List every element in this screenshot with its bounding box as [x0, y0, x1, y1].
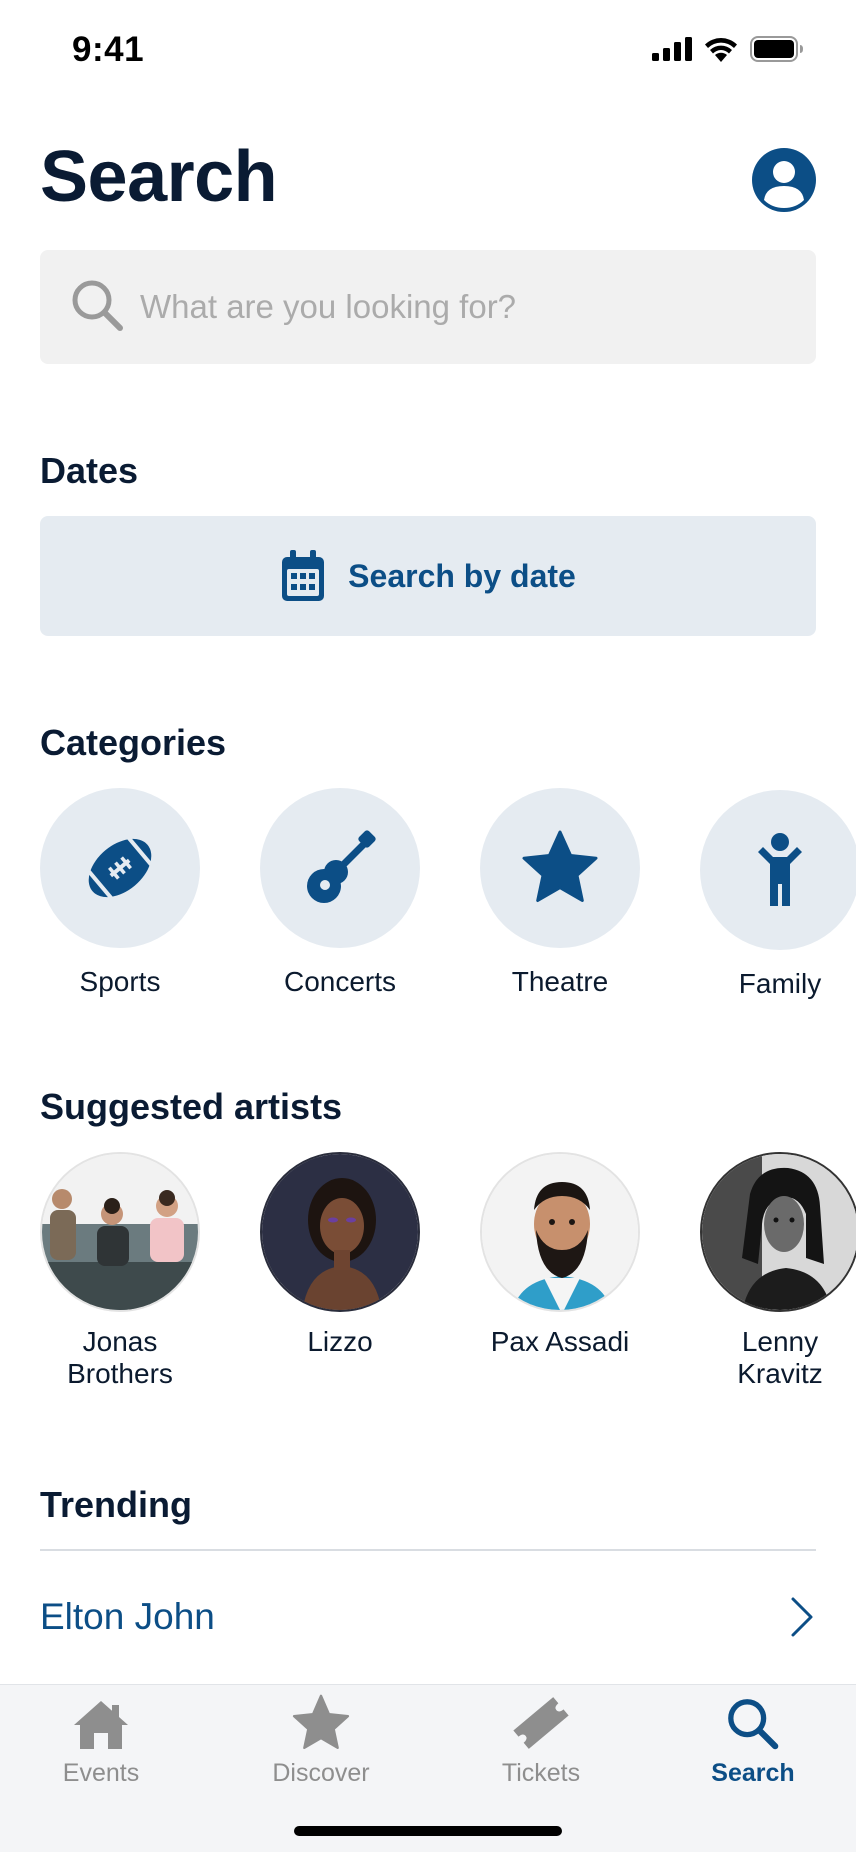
- chevron-right-icon: [791, 1597, 813, 1637]
- category-theatre-label: Theatre: [511, 966, 609, 997]
- divider: [40, 1549, 816, 1551]
- tab-discover-label: Discover: [272, 1759, 370, 1787]
- search-by-date-button[interactable]: Search by date: [40, 516, 816, 636]
- trending-heading: Trending: [40, 1484, 192, 1525]
- tab-discover[interactable]: Discover: [221, 1685, 421, 1803]
- artist-pax-assadi-label: Pax Assadi: [490, 1326, 630, 1357]
- status-time: 9:41: [72, 30, 145, 69]
- category-family-label: Family: [738, 968, 822, 999]
- category-concerts-label: Concerts: [283, 966, 397, 997]
- artist-photo: [480, 1152, 640, 1312]
- search-bar[interactable]: [40, 250, 816, 364]
- tab-search-label: Search: [711, 1759, 795, 1787]
- star-icon: [292, 1694, 350, 1749]
- ticket-icon: [513, 1697, 569, 1749]
- home-icon: [74, 1701, 128, 1749]
- guitar-icon: [307, 830, 376, 903]
- category-family[interactable]: Family: [700, 790, 856, 1000]
- tab-tickets[interactable]: Tickets: [441, 1685, 641, 1803]
- home-indicator: [294, 1826, 562, 1836]
- category-theatre-circle: [480, 788, 640, 948]
- search-input[interactable]: [140, 250, 800, 364]
- tab-events[interactable]: Events: [1, 1685, 201, 1803]
- page-title: Search: [40, 137, 278, 217]
- user-icon: [764, 161, 804, 208]
- artist-photo: [700, 1152, 856, 1312]
- artist-jonas-brothers[interactable]: Jonas Brothers: [20, 1152, 220, 1390]
- category-theatre[interactable]: Theatre: [480, 788, 640, 998]
- artist-photo: [260, 1152, 420, 1312]
- artist-jonas-brothers-label: Jonas Brothers: [67, 1326, 173, 1389]
- category-family-circle: [700, 790, 856, 950]
- search-by-date-label: Search by date: [348, 557, 576, 594]
- categories-heading: Categories: [40, 722, 227, 763]
- category-concerts-circle: [260, 788, 420, 948]
- wifi-icon: [705, 38, 737, 62]
- category-sports[interactable]: Sports: [40, 788, 200, 998]
- child-icon: [758, 833, 802, 906]
- suggested-artists-heading: Suggested artists: [40, 1086, 343, 1127]
- calendar-icon: [282, 550, 325, 601]
- status-bar: 9:41: [0, 0, 856, 104]
- category-concerts[interactable]: Concerts: [260, 788, 420, 998]
- category-sports-label: Sports: [79, 966, 161, 997]
- tab-tickets-label: Tickets: [501, 1759, 581, 1787]
- status-icons: [652, 36, 804, 62]
- search-icon: [70, 278, 126, 334]
- tab-events-label: Events: [62, 1759, 140, 1787]
- artist-lenny-kravitz-label: Lenny Kravitz: [737, 1326, 823, 1389]
- trending-item-label: Elton John: [40, 1596, 215, 1637]
- artist-pax-assadi[interactable]: Pax Assadi: [460, 1152, 660, 1358]
- profile-button[interactable]: [752, 148, 816, 212]
- signal-icon: [652, 37, 692, 61]
- artist-lizzo[interactable]: Lizzo: [240, 1152, 440, 1358]
- football-icon: [86, 836, 154, 900]
- search-icon: [728, 1699, 779, 1750]
- tab-search[interactable]: Search: [653, 1685, 853, 1803]
- star-icon: [522, 830, 598, 902]
- trending-item-elton-john[interactable]: Elton John: [40, 1562, 816, 1672]
- dates-heading: Dates: [40, 450, 139, 491]
- battery-icon: [750, 36, 803, 62]
- category-sports-circle: [40, 788, 200, 948]
- artist-photo: [40, 1152, 200, 1312]
- artist-lizzo-label: Lizzo: [307, 1326, 373, 1357]
- artist-lenny-kravitz[interactable]: Lenny Kravitz: [680, 1152, 856, 1390]
